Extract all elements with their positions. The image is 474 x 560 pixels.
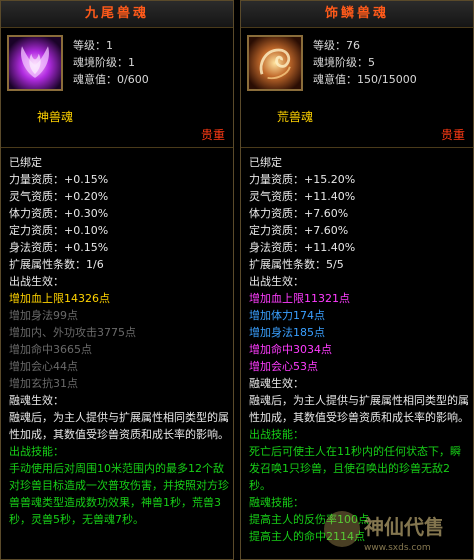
fusion-header: 融魂生效： [249,377,304,390]
realm-text: 魂境阶级：1 [73,56,135,69]
site-watermark: 神仙代售 www.sxds.com [320,504,470,554]
battle-effect: 增加身法185点 [249,326,325,339]
aptitude-line: 定力资质：+7.60% [249,224,349,237]
skill-desc: 死亡后可使主人在11秒内的任何状态下，瞬发召唤1只珍兽，且使召唤出的珍兽无敌2秒… [249,445,461,492]
battle-effect: 增加命中3034点 [249,343,332,356]
level-text: 等级：76 [313,39,360,52]
watermark-logo-icon: 神仙代售 www.sxds.com [324,511,444,553]
aptitude-line: 体力资质：+7.60% [249,207,349,220]
aptitude-line: 身法资质：+11.40% [249,241,356,254]
battle-header: 出战生效： [249,275,304,288]
battle-effect: 增加玄抗31点 [9,377,78,390]
extend-count: 扩展属性条数：5/5 [249,258,344,271]
scaled-beast-icon [249,37,301,89]
soul-stats: 等级：76 魂境阶级：5 魂意值：150/15000 [313,37,417,88]
aptitude-line: 体力资质：+0.30% [9,207,109,220]
bound-status: 已绑定 [9,156,42,169]
skill-header: 出战技能： [249,428,304,441]
aptitude-line: 力量资质：+15.20% [249,173,356,186]
skill-desc: 手动使用后对周围10米范围内的最多12个敌对珍兽目标造成一次普攻伤害，并按照对方… [9,462,229,526]
soul-icon[interactable] [247,35,303,91]
battle-header: 出战生效： [9,275,64,288]
watermark-text: 神仙代售 [364,515,444,539]
soul-card-left: 九尾兽魂 等级：1 魂境阶级：1 魂意值：0/600 神兽魂 贵重 已绑定 力量… [0,0,234,560]
bound-status: 已绑定 [249,156,282,169]
aptitude-line: 定力资质：+0.10% [9,224,109,237]
soul-type: 荒兽魂 [277,110,314,124]
aptitude-line: 力量资质：+0.15% [9,173,109,186]
soul-stats: 等级：1 魂境阶级：1 魂意值：0/600 [73,37,149,88]
watermark-url: www.sxds.com [364,543,431,553]
soul-value-text: 魂意值：0/600 [73,73,149,86]
nine-tail-fox-icon [9,37,61,89]
soul-icon[interactable] [7,35,63,91]
skill-header: 出战技能： [9,445,64,458]
rarity-label: 贵重 [200,128,225,142]
battle-effect: 增加血上限11321点 [249,292,350,305]
soul-card-right: 饰鳞兽魂 等级：76 魂境阶级：5 魂意值：150/15000 荒兽魂 贵重 已… [240,0,474,560]
card-title: 九尾兽魂 [1,1,233,28]
soul-details: 已绑定 力量资质：+15.20% 灵气资质：+11.40% 体力资质：+7.60… [249,154,469,545]
fusion-desc: 融魂后，为主人提供与扩展属性相同类型的属性加成，其数值受珍兽资质和成长率的影响。 [249,394,469,424]
extend-count: 扩展属性条数：1/6 [9,258,104,271]
soul-type: 神兽魂 [37,110,74,124]
battle-effect: 增加命中3665点 [9,343,92,356]
fusion-header: 融魂生效： [9,394,64,407]
rarity-label: 贵重 [440,128,465,142]
level-text: 等级：1 [73,39,113,52]
battle-effect: 增加身法99点 [9,309,78,322]
aptitude-line: 身法资质：+0.15% [9,241,109,254]
battle-effect: 增加会心44点 [9,360,78,373]
realm-text: 魂境阶级：5 [313,56,375,69]
battle-effect: 增加血上限14326点 [9,292,110,305]
soul-value-text: 魂意值：150/15000 [313,73,417,86]
battle-effect: 增加会心53点 [249,360,318,373]
soul-details: 已绑定 力量资质：+0.15% 灵气资质：+0.20% 体力资质：+0.30% … [9,154,229,528]
fusion-desc: 融魂后，为主人提供与扩展属性相同类型的属性加成，其数值受珍兽资质和成长率的影响。 [9,411,229,441]
card-title: 饰鳞兽魂 [241,1,473,28]
battle-effect: 增加体力174点 [249,309,325,322]
battle-effect: 增加内、外功攻击3775点 [9,326,136,339]
aptitude-line: 灵气资质：+0.20% [9,190,109,203]
divider [241,147,473,148]
divider [1,147,233,148]
aptitude-line: 灵气资质：+11.40% [249,190,356,203]
